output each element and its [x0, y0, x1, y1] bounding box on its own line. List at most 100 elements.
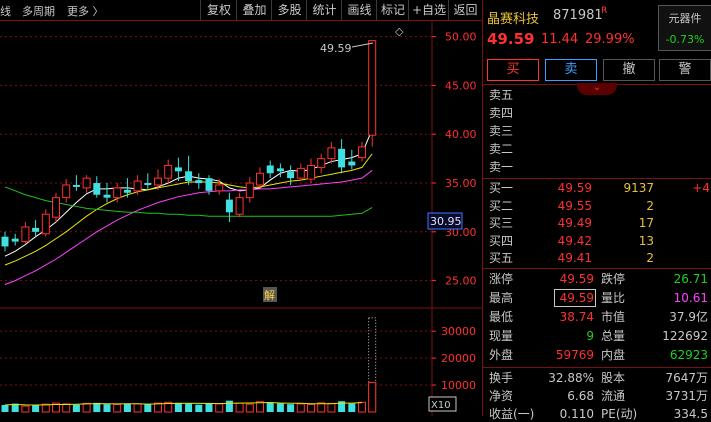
- statistics-button[interactable]: 统计: [306, 0, 342, 20]
- volume-bar: [358, 401, 366, 413]
- volume-bar: [1, 404, 9, 412]
- stat-label: 跌停: [601, 272, 626, 286]
- candle-body: [21, 226, 30, 243]
- bid-row[interactable]: 买五 49.41 2: [483, 250, 711, 266]
- ask-row[interactable]: 卖二: [483, 141, 711, 157]
- bid-price: 49.41: [557, 251, 592, 266]
- volume-bar: [225, 400, 233, 412]
- price-change: 11.44: [541, 32, 579, 47]
- ask-row[interactable]: 卖一: [483, 159, 711, 175]
- volume-axis: 30000 20000 10000: [432, 325, 476, 392]
- candle-body: [245, 182, 254, 199]
- stat-label: 现量: [489, 329, 514, 343]
- divider: [483, 178, 711, 179]
- volume-bar: [266, 402, 274, 412]
- candle-body: [215, 184, 224, 192]
- multi-stock-button[interactable]: 多股: [271, 0, 307, 20]
- draw-line-button[interactable]: 画线: [341, 0, 377, 20]
- stat-label: 股本: [601, 371, 626, 385]
- toolbar-item-multi-period[interactable]: 多周期: [22, 3, 55, 19]
- volume-bar: [82, 402, 91, 413]
- bid-row[interactable]: 买三 49.49 17: [483, 215, 711, 231]
- toolbar-item-line[interactable]: 线: [0, 3, 11, 19]
- candle-body: [348, 161, 356, 166]
- bid-price: 49.59: [557, 181, 592, 195]
- stat-value: 59769: [555, 348, 594, 362]
- alert-button[interactable]: 警: [659, 59, 711, 81]
- bid-label: 买五: [489, 251, 514, 266]
- bid-price: 49.55: [557, 198, 592, 213]
- stat-label: 净资: [489, 389, 514, 403]
- add-watchlist-button[interactable]: +自选: [408, 0, 449, 20]
- bid-row[interactable]: 买一 49.59 9137 +4: [483, 180, 711, 196]
- volume-tick-label: 10000: [441, 379, 476, 392]
- ma-line-ma20: [4, 169, 373, 285]
- stat-value: 10.61: [673, 291, 708, 305]
- stat-value: 62923: [669, 348, 708, 362]
- candle-body: [103, 194, 111, 198]
- volume-bar: [133, 403, 142, 413]
- kline-chart[interactable]: 50.0045.0040.0035.0030.0025.00 300002000…: [0, 21, 482, 416]
- ask-row[interactable]: 卖四: [483, 105, 711, 121]
- volume-tick-label: 30000: [441, 325, 476, 338]
- candle-body: [32, 227, 40, 232]
- bid-price: 49.42: [557, 233, 592, 248]
- ask-label: 卖五: [489, 88, 514, 102]
- bid-vol: 13: [638, 233, 654, 248]
- candle-body: [276, 168, 284, 172]
- back-button[interactable]: 返回: [448, 0, 482, 20]
- restore-rights-button[interactable]: 复权: [200, 0, 237, 20]
- volume-bar: [174, 402, 182, 412]
- bid-row[interactable]: 买二 49.55 2: [483, 198, 711, 214]
- ask-label: 卖三: [489, 124, 514, 138]
- stat-label: 流通: [601, 389, 626, 403]
- stat-value: 37.9亿: [669, 310, 708, 324]
- volume-bar: [276, 403, 284, 412]
- bid-label: 买三: [489, 216, 514, 231]
- volume-bar: [113, 403, 122, 413]
- bid-vol: 2: [646, 251, 654, 266]
- sell-button[interactable]: 卖: [545, 59, 597, 81]
- toolbar-item-more[interactable]: 更多 〉: [67, 3, 104, 19]
- current-price-tag: 30.95: [430, 215, 462, 228]
- volume-bar: [245, 403, 254, 413]
- volume-bar: [205, 403, 213, 412]
- bid-row[interactable]: 买四 49.42 13: [483, 233, 711, 249]
- bid-vol: 2: [646, 198, 654, 213]
- overlay-button[interactable]: 叠加: [236, 0, 272, 20]
- stat-label: 量比: [601, 291, 626, 305]
- stat-value: 334.5: [673, 407, 708, 421]
- candle-body: [307, 164, 315, 180]
- volume-bars: [1, 317, 377, 413]
- volume-unit-label: X10: [431, 400, 451, 411]
- volume-bar: [215, 403, 224, 413]
- price-tick-label: 25.00: [445, 275, 477, 288]
- volume-bar: [62, 403, 71, 413]
- sector-box[interactable]: 元器件 -0.73%: [658, 5, 711, 51]
- ask-label: 卖四: [489, 106, 514, 120]
- high-price-annotation: 49.59: [320, 42, 352, 55]
- sector-change-pct: -0.73%: [665, 33, 705, 46]
- candle-body: [174, 167, 182, 172]
- ask-row[interactable]: 卖五: [483, 87, 711, 103]
- divider: [483, 367, 711, 368]
- price-tick-label: 50.00: [445, 31, 477, 44]
- price-tick-label: 45.00: [445, 79, 477, 92]
- cancel-order-button[interactable]: 撤: [603, 59, 655, 81]
- diamond-icon[interactable]: ◇: [395, 25, 404, 38]
- stat-label: 最低: [489, 310, 514, 324]
- stat-label: 收益(一): [489, 407, 535, 421]
- mark-button[interactable]: 标记: [376, 0, 409, 20]
- stat-label: 市值: [601, 310, 626, 324]
- stat-value: 6.68: [567, 389, 594, 403]
- candle-body: [225, 199, 233, 213]
- stock-name: 晶赛科技: [487, 12, 540, 27]
- unlock-marker-icon[interactable]: 解: [264, 288, 275, 302]
- ask-row[interactable]: 卖三: [483, 123, 711, 139]
- candle-body: [317, 158, 326, 168]
- buy-button[interactable]: 买: [487, 59, 539, 81]
- volume-bar: [296, 403, 305, 413]
- stat-label: 总量: [601, 329, 626, 343]
- price-tick-label: 35.00: [445, 177, 477, 190]
- candle-body: [368, 40, 377, 136]
